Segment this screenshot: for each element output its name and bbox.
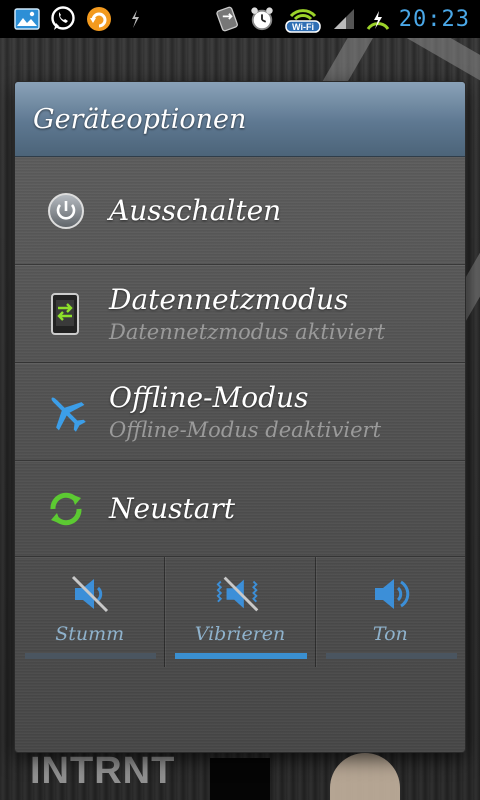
dialog-footer-space <box>15 667 465 752</box>
vibrate-icon <box>215 569 265 619</box>
device-options-dialog: Geräteoptionen Ausschalten Datennetzmodu… <box>15 82 465 752</box>
sound-icon <box>365 569 415 619</box>
profile-sound-label: Ton <box>372 623 408 645</box>
airplane-icon <box>43 389 89 435</box>
restart-icon <box>43 486 89 532</box>
status-clock: 20:23 <box>398 6 470 32</box>
sound-profile-selector: Stumm Vibrieren Ton <box>15 557 465 667</box>
gallery-icon <box>14 6 40 32</box>
sync-icon <box>86 6 112 32</box>
data-transfer-icon <box>215 6 241 32</box>
wifi-icon: Wi-Fi <box>283 6 323 33</box>
wifi-badge-text: Wi-Fi <box>292 22 314 32</box>
option-offline-mode-status: Offline-Modus deaktiviert <box>109 418 382 442</box>
power-icon <box>43 188 89 234</box>
usb-icon <box>122 6 148 32</box>
whatsapp-icon <box>50 6 76 32</box>
dialog-header: Geräteoptionen <box>15 82 465 157</box>
mute-icon <box>65 569 115 619</box>
profile-mute[interactable]: Stumm <box>15 557 164 667</box>
option-power-off[interactable]: Ausschalten <box>15 157 465 265</box>
option-power-off-label: Ausschalten <box>109 194 282 227</box>
option-restart-label: Neustart <box>109 492 236 525</box>
option-mobile-data[interactable]: Datennetzmodus Datennetzmodus aktiviert <box>15 265 465 363</box>
battery-charging-icon <box>365 6 391 32</box>
profile-mute-indicator <box>25 653 157 659</box>
signal-icon <box>331 6 357 32</box>
wallpaper-dark-block <box>210 758 270 800</box>
option-mobile-data-status: Datennetzmodus aktiviert <box>109 320 386 344</box>
profile-mute-label: Stumm <box>55 623 125 645</box>
profile-sound-indicator <box>325 653 457 659</box>
profile-vibrate[interactable]: Vibrieren <box>164 557 314 667</box>
option-mobile-data-label: Datennetzmodus <box>109 283 349 316</box>
profile-vibrate-indicator <box>175 653 307 659</box>
option-restart[interactable]: Neustart <box>15 461 465 557</box>
profile-vibrate-label: Vibrieren <box>194 623 286 645</box>
option-offline-mode-label: Offline-Modus <box>109 381 309 414</box>
wallpaper-text: INTRNT <box>30 750 176 792</box>
dialog-title: Geräteoptionen <box>33 103 247 135</box>
mobile-data-icon <box>43 291 89 337</box>
wallpaper-face <box>330 753 400 800</box>
option-offline-mode[interactable]: Offline-Modus Offline-Modus deaktiviert <box>15 363 465 461</box>
alarm-icon <box>249 6 275 32</box>
profile-sound[interactable]: Ton <box>314 557 465 667</box>
status-bar: Wi-Fi 20:23 <box>0 0 480 38</box>
